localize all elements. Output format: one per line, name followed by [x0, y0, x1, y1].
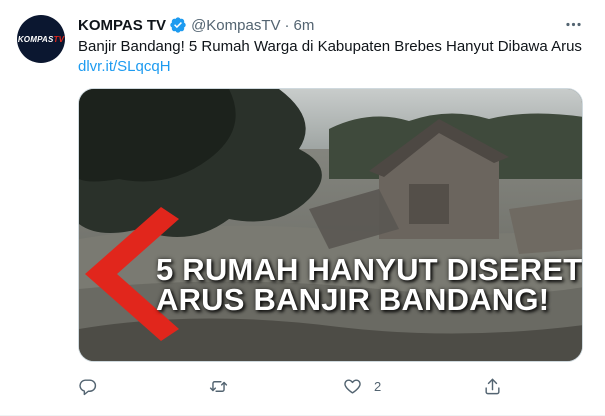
caption-line-1: 5 RUMAH HANYUT DISERET: [156, 252, 583, 287]
heart-icon: [344, 378, 361, 394]
tweet-actions: 2: [72, 372, 592, 400]
flood-scene-image: [79, 89, 582, 361]
verified-badge-icon: [170, 17, 186, 33]
handle[interactable]: @KompasTV: [191, 17, 280, 34]
separator-dot: ·: [284, 16, 290, 34]
avatar[interactable]: KOMPASTV: [17, 15, 65, 63]
tweet-header: KOMPAS TV @KompasTV · 6m: [78, 15, 314, 35]
reply-icon: [79, 378, 97, 395]
tweet-card[interactable]: KOMPASTV KOMPAS TV @KompasTV · 6m Banjir…: [0, 0, 605, 416]
caption-line-2: ARUS BANJIR BANDANG!: [156, 282, 550, 317]
display-name[interactable]: KOMPAS TV: [78, 17, 166, 34]
like-count: 2: [374, 378, 382, 394]
share-button[interactable]: [483, 372, 502, 400]
tweet-link[interactable]: dlvr.it/SLqcqH: [78, 57, 171, 77]
timestamp[interactable]: 6m: [293, 17, 314, 34]
retweet-icon: [209, 380, 228, 392]
retweet-button[interactable]: [209, 372, 228, 400]
reply-button[interactable]: [78, 372, 97, 400]
tweet-text: Banjir Bandang! 5 Rumah Warga di Kabupat…: [78, 38, 582, 55]
more-icon: [565, 22, 581, 26]
tweet-media-image[interactable]: 5 RUMAH HANYUT DISERET ARUS BANJIR BANDA…: [78, 88, 583, 362]
kompas-tv-logo: KOMPASTV: [17, 34, 65, 44]
media-caption: 5 RUMAH HANYUT DISERET ARUS BANJIR BANDA…: [156, 252, 583, 317]
like-button[interactable]: 2: [343, 372, 381, 400]
share-icon: [485, 378, 500, 394]
more-options-button[interactable]: [560, 13, 586, 35]
